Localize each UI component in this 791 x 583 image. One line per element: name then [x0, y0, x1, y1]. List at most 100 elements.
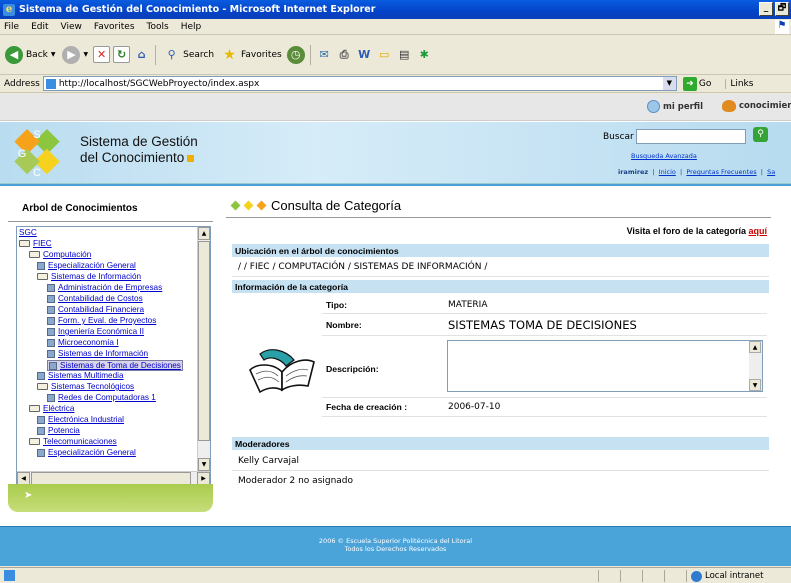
search-input[interactable]	[636, 129, 746, 144]
folder-icon[interactable]: ▭	[376, 46, 393, 63]
tree-node[interactable]: Eléctrica	[29, 404, 74, 413]
chevron-down-icon: ▼	[83, 51, 89, 58]
restore-button[interactable]: 🗗	[775, 2, 789, 16]
tree-node[interactable]: Sistemas de Información	[47, 349, 148, 358]
scroll-up-icon[interactable]: ▲	[749, 341, 761, 353]
sidebar: Arbol de Conocimientos SGC FIEC Computació…	[8, 192, 213, 512]
menu-edit[interactable]: Edit	[31, 22, 48, 32]
logout-link[interactable]: Sa	[767, 168, 775, 176]
tree-node[interactable]: Telecomunicaciones	[29, 437, 117, 446]
diamond-icon	[243, 200, 254, 211]
advanced-search-link[interactable]: Busqueda Avanzada	[631, 152, 697, 160]
address-input[interactable]: http://localhost/SGCWebProyecto/index.as…	[42, 76, 677, 91]
brand-dot-icon	[187, 155, 195, 162]
forum-line: Visita el foro de la categoría aquí	[627, 226, 767, 236]
divider	[322, 313, 767, 314]
tree-node[interactable]: Administración de Empresas	[47, 283, 162, 292]
knowledge-link[interactable]: conocimiento	[722, 100, 791, 112]
nombre-value: SISTEMAS TOMA DE DECISIONES	[448, 318, 637, 332]
menu-bar: File Edit View Favorites Tools Help ⚑	[0, 19, 791, 35]
sidebar-footer: ➤	[8, 484, 213, 512]
favorites-button[interactable]: ★ Favorites	[219, 46, 284, 63]
menu-view[interactable]: View	[61, 22, 82, 32]
tree-vertical-scrollbar[interactable]: ▲ ▼	[197, 227, 210, 471]
search-icon: ⚲	[167, 48, 176, 61]
tree-node[interactable]: Ingeniería Económica II	[47, 327, 144, 336]
links-button[interactable]: Links	[725, 78, 753, 89]
moderator-item: Moderador 2 no asignado	[238, 476, 354, 486]
menu-file[interactable]: File	[4, 22, 19, 32]
book-icon	[37, 383, 48, 390]
tree-node[interactable]: Form. y Eval. de Proyectos	[47, 316, 156, 325]
scroll-down-icon[interactable]: ▼	[198, 458, 210, 471]
knowledge-label: conocimiento	[739, 101, 791, 111]
edit-icon[interactable]: W	[356, 46, 373, 63]
info-header: Información de la categoría	[232, 280, 769, 293]
location-header: Ubicación en el árbol de conocimientos	[232, 244, 769, 257]
tree-node[interactable]: Contabilidad de Costos	[47, 294, 143, 303]
main-content: Consulta de Categoría Visita el foro de …	[226, 194, 771, 516]
forum-link[interactable]: aquí	[748, 226, 767, 236]
messenger-icon[interactable]: ✱	[416, 46, 433, 63]
tree-node[interactable]: FIEC	[19, 239, 52, 248]
profile-link[interactable]: mi perfil	[647, 100, 703, 113]
divider	[322, 335, 767, 336]
tree-node-label: Redes de Computadoras 1	[58, 393, 156, 402]
diamond-icon	[256, 200, 267, 211]
windows-flag-icon: ⚑	[775, 20, 789, 34]
mail-icon[interactable]: ✉	[316, 46, 333, 63]
tree-node[interactable]: Sistemas Tecnológicos	[37, 382, 134, 391]
tree-node-label: Contabilidad Financiera	[58, 305, 145, 314]
scroll-up-icon[interactable]: ▲	[198, 227, 210, 240]
minimize-button[interactable]: _	[759, 2, 773, 16]
faq-link[interactable]: Preguntas Frecuentes	[686, 168, 756, 176]
search-button[interactable]: ⚲	[753, 127, 768, 142]
scroll-down-icon[interactable]: ▼	[749, 379, 761, 391]
tree-horizontal-scrollbar[interactable]: ◀ ▶	[17, 471, 210, 485]
menu-favorites[interactable]: Favorites	[94, 22, 135, 32]
tree-node[interactable]: Microeconomía I	[47, 338, 119, 347]
toolbar-separator	[155, 44, 157, 65]
tree-node[interactable]: SGC	[19, 228, 37, 237]
username: iramirez	[618, 168, 649, 176]
print-icon[interactable]: ⎙	[336, 46, 353, 63]
tree-node[interactable]: Potencia	[37, 426, 80, 435]
tipo-value: MATERIA	[448, 300, 488, 310]
research-icon[interactable]: ▤	[396, 46, 413, 63]
divider	[322, 416, 767, 417]
tree-node[interactable]: Sistemas de Toma de Decisiones	[47, 360, 183, 371]
forward-button[interactable]: ▶ ▼	[60, 45, 90, 64]
textarea-scrollbar[interactable]: ▲ ▼	[749, 341, 762, 391]
tree-node[interactable]: Contabilidad Financiera	[47, 305, 144, 314]
menu-help[interactable]: Help	[181, 22, 202, 32]
status-bar: Local intranet	[0, 567, 791, 583]
status-cell	[620, 570, 621, 582]
footer-line-1: 2006 © Escuela Superior Politécnica del …	[318, 537, 473, 545]
scroll-thumb[interactable]	[198, 241, 210, 441]
search-button[interactable]: ⚲ Search	[161, 46, 216, 63]
chevron-down-icon[interactable]: ▼	[662, 77, 676, 90]
go-button[interactable]: ➜ Go	[682, 76, 711, 91]
site-header: S G C Sistema de Gestión del Conocimient…	[0, 122, 791, 184]
stop-icon[interactable]: ✕	[93, 46, 111, 63]
refresh-icon[interactable]: ↻	[113, 46, 131, 63]
home-link[interactable]: Inicio	[659, 168, 676, 176]
tree-node[interactable]: Especialización General	[37, 448, 136, 457]
descripcion-textarea[interactable]: ▲ ▼	[447, 340, 763, 392]
knowledge-tree[interactable]: SGC FIEC Computación Especialización Genera…	[16, 226, 211, 486]
brand-line-1: Sistema de Gestión	[80, 134, 198, 149]
divider	[322, 397, 767, 398]
site-footer: 2006 © Escuela Superior Politécnica del …	[0, 526, 791, 566]
tree-node[interactable]: Sistemas Multimedia	[37, 371, 124, 380]
tree-node[interactable]: Computación	[29, 250, 91, 259]
document-icon	[47, 338, 55, 347]
history-icon[interactable]: ◷	[286, 45, 305, 64]
tree-node[interactable]: Sistemas de Información	[37, 272, 141, 281]
home-icon[interactable]: ⌂	[133, 46, 150, 63]
back-button[interactable]: ◀ Back ▼	[3, 45, 57, 64]
back-label: Back	[26, 49, 48, 60]
tree-node[interactable]: Especialización General	[37, 261, 136, 270]
tree-node[interactable]: Electrónica Industrial	[37, 415, 124, 424]
menu-tools[interactable]: Tools	[147, 22, 169, 32]
tree-node[interactable]: Redes de Computadoras 1	[47, 393, 156, 402]
